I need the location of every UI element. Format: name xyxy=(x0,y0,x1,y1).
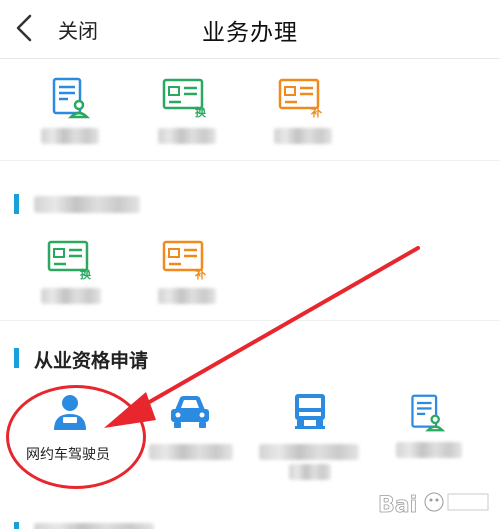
watermark-text: Bai xyxy=(378,493,417,518)
baidu-watermark: Bai xyxy=(376,484,496,524)
annotation-arrow xyxy=(104,246,420,428)
business-handling-page: 关闭 业务办理 换 补 换 补 从业资格申请 网约车驾驶员 Bai xyxy=(0,0,500,529)
baidu-logo-icon: Bai xyxy=(378,492,489,518)
